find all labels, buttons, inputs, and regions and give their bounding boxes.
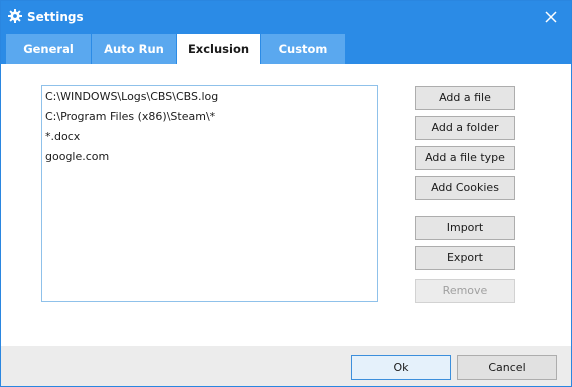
tab-custom[interactable]: Custom (261, 34, 345, 64)
gear-icon (7, 8, 23, 24)
window-title: Settings (27, 10, 84, 24)
tab-general[interactable]: General (6, 34, 91, 64)
list-item[interactable]: google.com (45, 148, 109, 166)
close-button[interactable] (541, 7, 561, 27)
add-file-type-button[interactable]: Add a file type (415, 146, 515, 170)
add-file-button[interactable]: Add a file (415, 86, 515, 110)
exclusion-panel: C:\WINDOWS\Logs\CBS\CBS.log C:\Program F… (1, 64, 571, 346)
list-item[interactable]: *.docx (45, 128, 80, 146)
exclusion-list[interactable]: C:\WINDOWS\Logs\CBS\CBS.log C:\Program F… (41, 85, 378, 302)
ok-button[interactable]: Ok (351, 355, 451, 380)
tab-exclusion[interactable]: Exclusion (177, 34, 260, 65)
import-button[interactable]: Import (415, 216, 515, 240)
cancel-button[interactable]: Cancel (457, 355, 557, 380)
export-button[interactable]: Export (415, 246, 515, 270)
tab-auto-run[interactable]: Auto Run (92, 34, 176, 64)
settings-window: Settings General Auto Run Exclusion Cust… (0, 0, 572, 387)
add-cookies-button[interactable]: Add Cookies (415, 176, 515, 200)
remove-button[interactable]: Remove (415, 279, 515, 303)
add-folder-button[interactable]: Add a folder (415, 116, 515, 140)
dialog-footer: Ok Cancel (1, 346, 571, 386)
list-item[interactable]: C:\Program Files (x86)\Steam\* (45, 108, 215, 126)
close-icon (545, 11, 557, 23)
tab-bar: General Auto Run Exclusion Custom (1, 33, 571, 65)
title-bar: Settings (1, 1, 571, 33)
list-item[interactable]: C:\WINDOWS\Logs\CBS\CBS.log (45, 88, 218, 106)
